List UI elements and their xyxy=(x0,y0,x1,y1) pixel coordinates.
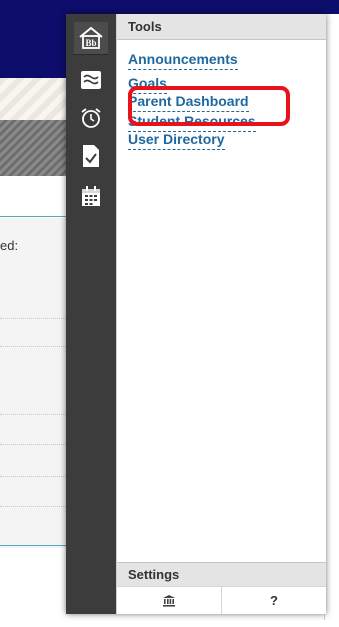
page-row-divider xyxy=(0,414,70,415)
grades-check-icon xyxy=(83,145,99,167)
tool-link-user-directory[interactable]: User Directory xyxy=(128,131,256,156)
page-panel-bottom xyxy=(0,545,70,546)
calendar-button[interactable] xyxy=(74,180,108,212)
page-right-margin xyxy=(325,14,339,614)
page-row-divider xyxy=(0,476,70,477)
grades-button[interactable] xyxy=(74,140,108,172)
svg-text:Bb: Bb xyxy=(85,38,96,48)
alarm-clock-button[interactable] xyxy=(74,102,108,134)
tool-link-parent-dashboard[interactable]: Parent Dashboard xyxy=(128,93,256,114)
settings-section-title[interactable]: Settings xyxy=(117,562,326,586)
help-button[interactable]: ? xyxy=(221,587,326,614)
page-row-divider xyxy=(0,506,70,507)
blackboard-home-button[interactable]: Bb xyxy=(74,22,108,55)
help-icon: ? xyxy=(270,593,278,608)
page-panel xyxy=(0,218,70,548)
tools-list: Announcements Goals Parent Dashboard Stu… xyxy=(128,51,256,156)
activity-stream-icon xyxy=(81,71,101,89)
tool-link-label[interactable]: Announcements xyxy=(128,51,238,70)
activity-stream-button[interactable] xyxy=(74,64,108,96)
blackboard-home-icon: Bb xyxy=(79,26,103,49)
page-field-label: ed: xyxy=(0,238,19,253)
page-row-divider xyxy=(0,318,70,319)
tool-link-goals[interactable]: Goals xyxy=(128,75,256,94)
menu-footer: ? xyxy=(117,586,326,614)
page-row-divider xyxy=(0,346,70,347)
tools-menu: Bb Tools Announcements Goals Parent Dash… xyxy=(66,14,326,614)
calendar-icon xyxy=(82,186,100,206)
institution-home-button[interactable] xyxy=(117,587,221,614)
page-field xyxy=(0,194,70,217)
alarm-clock-icon xyxy=(81,108,101,128)
tool-link-label[interactable]: Student Resources xyxy=(128,113,256,132)
institution-icon xyxy=(163,595,175,607)
tool-link-label[interactable]: User Directory xyxy=(128,131,225,150)
tool-link-announcements[interactable]: Announcements xyxy=(128,51,256,76)
page-nav-pattern xyxy=(0,120,70,176)
icon-rail: Bb xyxy=(66,14,116,614)
tools-section-title: Tools xyxy=(117,14,326,40)
tools-panel: Tools Announcements Goals Parent Dashboa… xyxy=(116,14,326,614)
tool-link-label[interactable]: Parent Dashboard xyxy=(128,93,249,112)
page-row-divider xyxy=(0,444,70,445)
tool-link-student-resources[interactable]: Student Resources xyxy=(128,113,256,132)
tool-link-label[interactable]: Goals xyxy=(128,75,167,94)
